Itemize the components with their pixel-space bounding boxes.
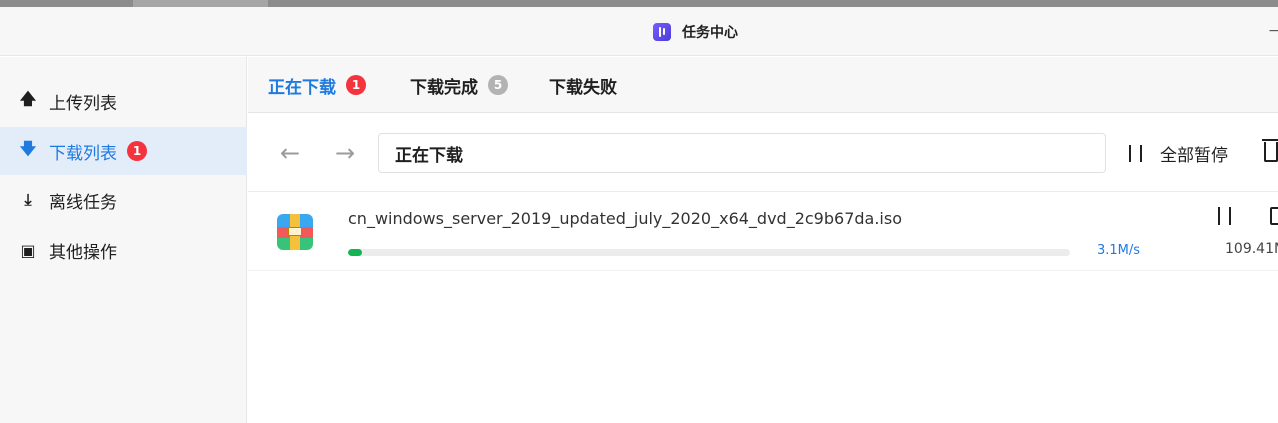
tab-bar: 正在下载 1 下载完成 5 下载失败: [248, 57, 1278, 113]
sidebar-item-label: 离线任务: [49, 192, 117, 213]
top-strip-segment: [133, 0, 268, 7]
pause-icon: [1129, 144, 1142, 162]
forward-arrow-icon[interactable]: →: [332, 140, 358, 166]
pause-all-label: 全部暂停: [1160, 145, 1228, 166]
window-title: 任务中心: [682, 25, 738, 41]
tab-downloading[interactable]: 正在下载 1: [268, 57, 366, 113]
sidebar-item-label: 下载列表: [49, 143, 117, 164]
sidebar: 🡅 上传列表 🡇 下载列表 1 ⤓ 离线任务 ▣ 其他操作: [0, 57, 247, 423]
tab-label: 下载失败: [549, 77, 617, 98]
arrow-up-icon: 🡅: [19, 88, 37, 108]
progress-fill: [348, 249, 363, 256]
sidebar-item-offline-tasks[interactable]: ⤓ 离线任务: [0, 176, 247, 224]
trash-icon[interactable]: [1262, 139, 1278, 162]
progress-bar: [348, 249, 1070, 256]
calendar-icon: ▣: [20, 240, 36, 260]
count-badge: 1: [346, 75, 366, 95]
tab-label: 正在下载: [268, 77, 336, 98]
file-size: 109.41M: [1225, 241, 1278, 257]
pause-icon[interactable]: [1218, 207, 1231, 225]
offline-download-icon: ⤓: [24, 190, 32, 209]
toolbar: ← → 正在下载 全部暂停: [248, 113, 1278, 192]
title-bar: 任务中心 −: [0, 7, 1278, 56]
tab-failed[interactable]: 下载失败: [549, 57, 617, 113]
minimize-button[interactable]: −: [1268, 23, 1278, 39]
pause-all-button[interactable]: 全部暂停: [1129, 140, 1228, 166]
sidebar-item-label: 上传列表: [49, 93, 117, 114]
arrow-down-icon: 🡇: [19, 138, 37, 158]
download-speed: 3.1M/s: [1097, 243, 1141, 258]
back-arrow-icon[interactable]: ←: [277, 140, 303, 166]
count-badge: 1: [127, 141, 147, 161]
tab-completed[interactable]: 下载完成 5: [410, 57, 508, 113]
download-row[interactable]: cn_windows_server_2019_updated_july_2020…: [248, 193, 1278, 271]
archive-file-icon: [277, 214, 313, 250]
path-text: 正在下载: [395, 145, 463, 166]
app-logo-icon: [653, 23, 671, 41]
sidebar-item-upload-list[interactable]: 🡅 上传列表: [0, 77, 247, 125]
tab-label: 下载完成: [410, 77, 478, 98]
sidebar-item-other-actions[interactable]: ▣ 其他操作: [0, 226, 247, 274]
delete-icon[interactable]: [1270, 207, 1278, 225]
title-group: 任务中心: [653, 22, 738, 42]
top-strip: [0, 0, 1278, 7]
file-name: cn_windows_server_2019_updated_july_2020…: [348, 209, 902, 228]
path-field[interactable]: 正在下载: [378, 133, 1106, 173]
sidebar-item-download-list[interactable]: 🡇 下载列表 1: [0, 127, 247, 175]
count-badge: 5: [488, 75, 508, 95]
sidebar-item-label: 其他操作: [49, 242, 117, 263]
